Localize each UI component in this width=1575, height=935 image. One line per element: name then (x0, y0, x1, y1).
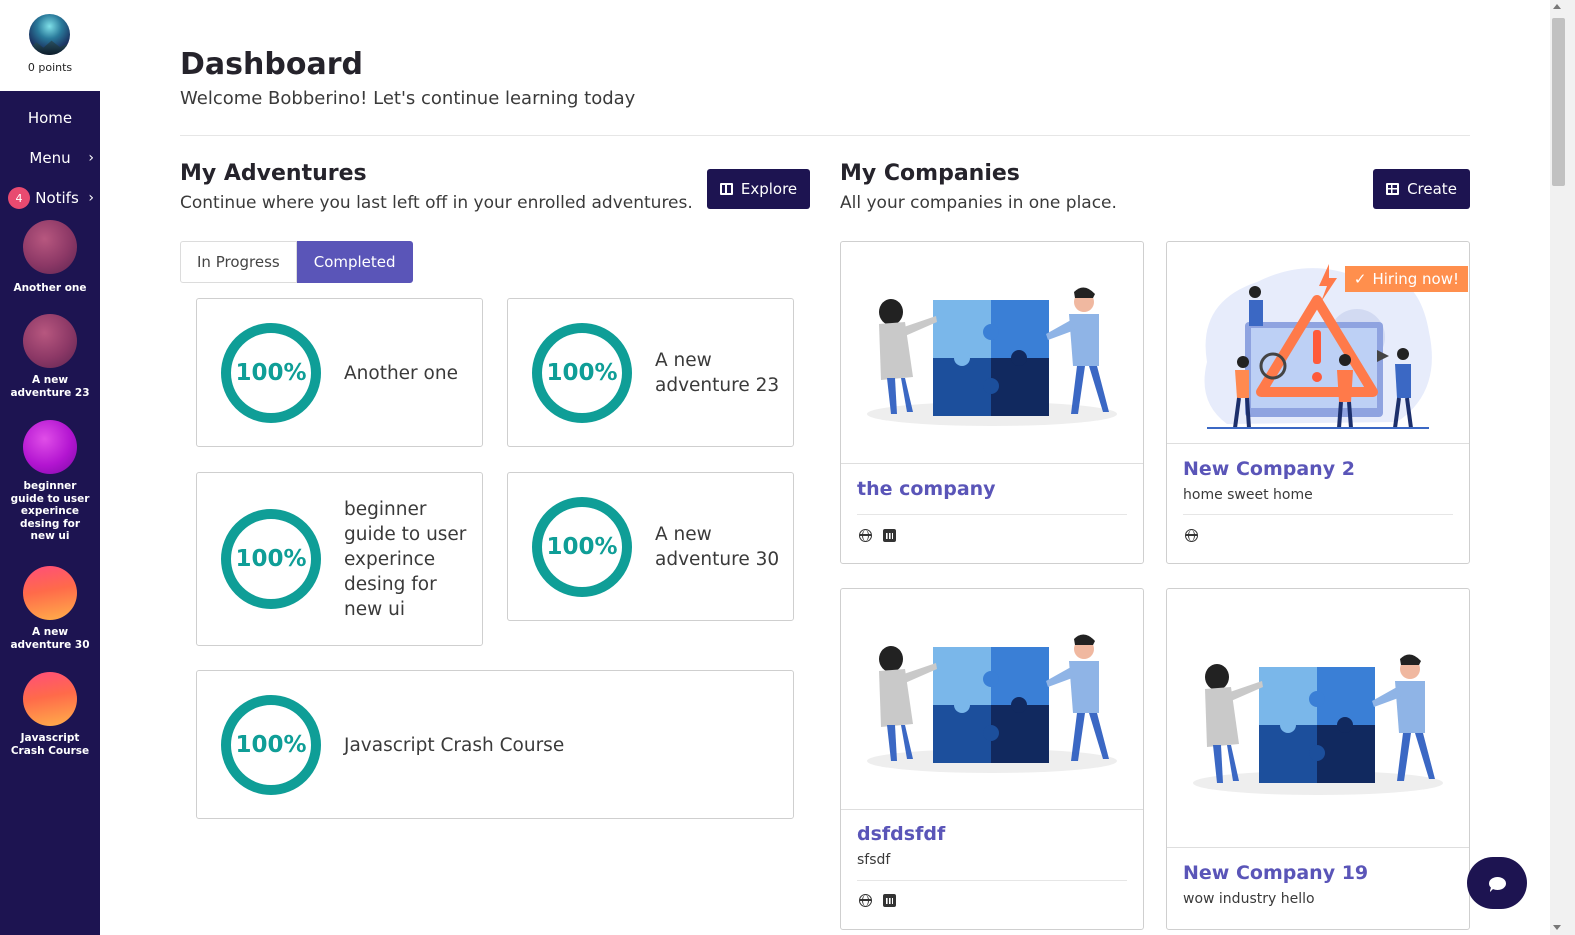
create-company-button[interactable]: Create (1373, 169, 1470, 209)
globe-icon[interactable] (1185, 529, 1198, 542)
progress-ring: 100% (532, 497, 632, 597)
sidebar: 0 points Home Menu › 4 Notifs › Another … (0, 0, 100, 935)
hiring-badge: ✓ Hiring now! (1344, 266, 1468, 292)
profile-panel: 0 points (0, 0, 100, 91)
globe-icon[interactable] (859, 894, 872, 907)
company-name: New Company 2 (1183, 458, 1355, 480)
card-divider (1183, 514, 1453, 515)
chat-button[interactable] (1467, 857, 1527, 909)
planet-icon (23, 566, 77, 620)
globe-icon[interactable] (859, 529, 872, 542)
progress-ring: 100% (221, 323, 321, 423)
puzzle-team-illustration (867, 287, 1117, 426)
adventure-card[interactable]: 100% beginner guide to user experince de… (196, 472, 483, 646)
sidebar-adventure-another-one[interactable]: Another one (0, 220, 100, 295)
companies-subtitle: All your companies in one place. (840, 193, 1117, 213)
planet-icon (23, 314, 77, 368)
card-divider (857, 514, 1127, 515)
chevron-right-icon: › (88, 190, 94, 206)
page-title: Dashboard (180, 47, 363, 82)
sidebar-adventure-javascript-crash-course[interactable]: Javascript Crash Course (0, 672, 100, 757)
sidebar-adventure-beginner-guide[interactable]: beginner guide to user experince desing … (0, 420, 100, 543)
sidebar-adventure-new-adventure-30[interactable]: A new adventure 30 (0, 566, 100, 651)
explore-button-label: Explore (740, 180, 798, 198)
company-illustration (841, 242, 1143, 464)
company-card[interactable]: New Company 19 wow industry hello (1166, 588, 1470, 930)
planet-icon (23, 420, 77, 474)
linkedin-icon[interactable] (883, 894, 896, 907)
card-divider (857, 880, 1127, 881)
explore-button[interactable]: Explore (707, 169, 810, 209)
hiring-badge-label: Hiring now! (1372, 270, 1459, 288)
company-name: the company (857, 478, 996, 500)
scroll-up-arrow-icon[interactable] (1553, 4, 1561, 9)
sidebar-adventure-label: Another one (13, 282, 87, 294)
tab-completed[interactable]: Completed (296, 241, 413, 283)
adventure-card-title: Javascript Crash Course (344, 735, 565, 756)
progress-ring: 100% (532, 323, 632, 423)
adventures-title: My Adventures (180, 161, 367, 186)
companies-title: My Companies (840, 161, 1020, 186)
scroll-down-arrow-icon[interactable] (1553, 925, 1561, 930)
company-card[interactable]: dsfdsfdf sfsdf (840, 588, 1144, 930)
sidebar-item-home[interactable]: Home (0, 103, 100, 133)
create-button-label: Create (1407, 180, 1457, 198)
sidebar-item-menu[interactable]: Menu › (0, 143, 100, 173)
company-illustration (841, 589, 1143, 810)
adventure-card-title: Another one (344, 363, 458, 384)
building-icon (1386, 183, 1400, 195)
notification-count-badge: 4 (8, 187, 30, 209)
header-divider (180, 135, 1470, 136)
company-illustration (1167, 589, 1469, 848)
scrollbar-thumb[interactable] (1552, 18, 1565, 186)
adventure-card[interactable]: 100% A new adventure 30 (507, 472, 794, 621)
progress-ring: 100% (221, 695, 321, 795)
sidebar-adventure-label: Javascript Crash Course (10, 732, 90, 757)
company-description: sfsdf (857, 852, 891, 868)
page-subtitle: Welcome Bobberino! Let's continue learni… (180, 88, 636, 109)
chat-icon (1488, 876, 1506, 890)
company-card[interactable]: ✓ Hiring now! New Company 2 home sweet h… (1166, 241, 1470, 564)
sidebar-item-label: Menu (29, 149, 71, 167)
sidebar-adventure-label: beginner guide to user experince desing … (10, 480, 90, 542)
adventure-card[interactable]: 100% A new adventure 23 (507, 298, 794, 447)
sidebar-adventure-new-adventure-23[interactable]: A new adventure 23 (0, 314, 100, 399)
avatar[interactable] (29, 14, 70, 55)
adventures-subtitle: Continue where you last left off in your… (180, 193, 693, 213)
company-description: wow industry hello (1183, 891, 1315, 907)
progress-ring: 100% (221, 509, 321, 609)
tab-in-progress[interactable]: In Progress (180, 241, 297, 283)
sidebar-adventure-label: A new adventure 30 (10, 626, 90, 651)
company-name: dsfdsfdf (857, 823, 946, 845)
adventure-card-title: A new adventure 30 (655, 524, 780, 570)
company-name: New Company 19 (1183, 862, 1369, 884)
adventure-card-title: beginner guide to user experince desing … (344, 499, 467, 620)
adventure-card[interactable]: 100% Another one (196, 298, 483, 447)
checkmark-icon: ✓ (1353, 270, 1367, 288)
planet-icon (23, 220, 77, 274)
company-description: home sweet home (1183, 487, 1313, 503)
puzzle-team-illustration (867, 634, 1117, 773)
sidebar-item-label: Home (27, 109, 73, 127)
sidebar-item-notifs[interactable]: 4 Notifs › (0, 183, 100, 213)
sidebar-adventure-label: A new adventure 23 (10, 374, 90, 399)
planet-icon (23, 672, 77, 726)
adventure-card[interactable]: 100% Javascript Crash Course (196, 670, 794, 819)
adventure-card-title: A new adventure 23 (655, 350, 780, 396)
adventure-tabs: In Progress Completed (180, 241, 413, 283)
map-icon (719, 183, 733, 195)
puzzle-team-illustration (1193, 654, 1443, 795)
company-card[interactable]: the company (840, 241, 1144, 564)
points-label: 0 points (27, 61, 73, 74)
chevron-right-icon: › (88, 150, 94, 166)
linkedin-icon[interactable] (883, 529, 896, 542)
